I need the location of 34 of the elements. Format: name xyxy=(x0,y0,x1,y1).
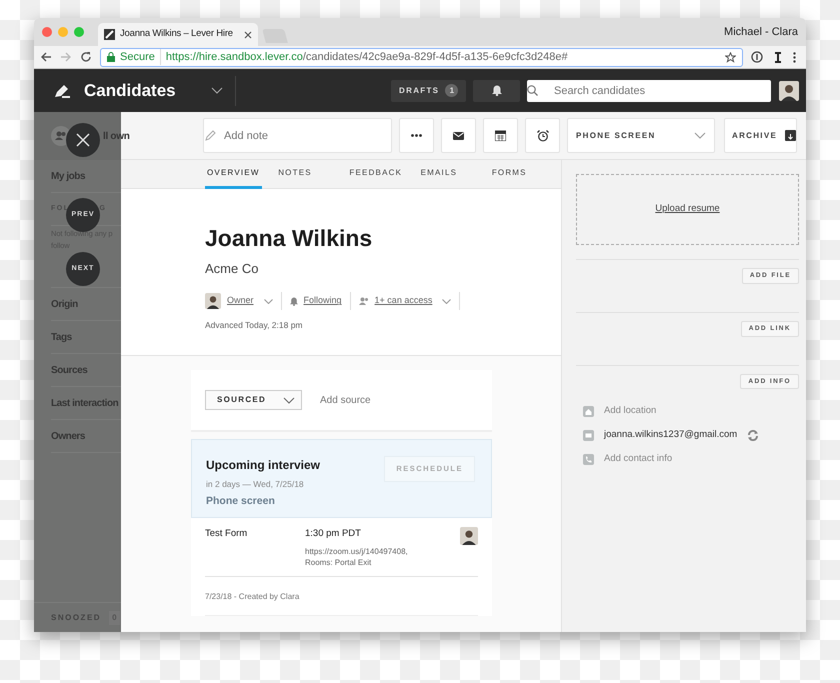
tab[interactable]: FORMS xyxy=(490,160,529,189)
advanced-date: Advanced Today, 2:18 pm xyxy=(205,319,304,332)
stage-select[interactable]: PHONE SCREEN xyxy=(567,118,715,153)
tab-title: Joanna Wilkins – Lever Hire xyxy=(120,27,234,42)
interview-type: Phone screen xyxy=(206,494,276,509)
upload-resume-link[interactable]: Upload resume xyxy=(655,202,720,217)
page-title: Candidates xyxy=(84,80,177,102)
note-field[interactable]: Add note xyxy=(203,118,392,153)
access-link[interactable]: 1+ can access xyxy=(374,294,432,308)
drafts-button[interactable]: DRAFTS 1 xyxy=(391,80,466,102)
tab[interactable]: EMAILS xyxy=(418,160,460,189)
following-link[interactable]: Following xyxy=(304,294,342,308)
interview-date: in 2 days — Wed, 7/25/18 xyxy=(206,478,305,491)
tab[interactable]: NOTES xyxy=(276,160,314,189)
profile-name: Michael - Clara xyxy=(724,24,798,40)
created-note: 7/23/18 - Created by Clara xyxy=(205,577,478,616)
tab[interactable]: FEEDBACK xyxy=(347,160,404,189)
secure-label: Secure xyxy=(120,50,155,65)
add-source-link[interactable]: Add source xyxy=(320,392,371,408)
url-text: https://hire.sandbox.lever.co/candidates/42c9ae9a-829f-4d5f-a135-6e9cfc3d248e# xyxy=(160,48,720,66)
section-title: Upcoming interview xyxy=(206,457,320,474)
search-field[interactable]: Search candidates xyxy=(526,80,771,102)
candidate-name: Joanna Wilkins xyxy=(205,225,374,253)
browser-tab[interactable]: Joanna Wilkins – Lever Hire xyxy=(98,23,258,46)
contact-email: joanna.wilkins1237@gmail.com xyxy=(604,428,738,442)
interview-location: Rooms: Portal Exit xyxy=(305,557,372,568)
archive-button[interactable]: ARCHIVE xyxy=(724,118,797,153)
address-bar[interactable]: Secure https://hire.sandbox.lever.co/candidates/42c9ae9a-829f-4d5f-a135-6e9cfc3d248e# xyxy=(100,48,743,66)
owner-link[interactable]: Owner xyxy=(227,294,254,308)
company-name: Acme Co xyxy=(205,260,260,278)
form-name: Test Form xyxy=(205,527,248,541)
origin-select[interactable]: SOURCED xyxy=(205,390,302,410)
interview-time: 1:30 pm PDT xyxy=(305,527,362,541)
interview-location: https://zoom.us/j/140497408, xyxy=(305,546,409,558)
